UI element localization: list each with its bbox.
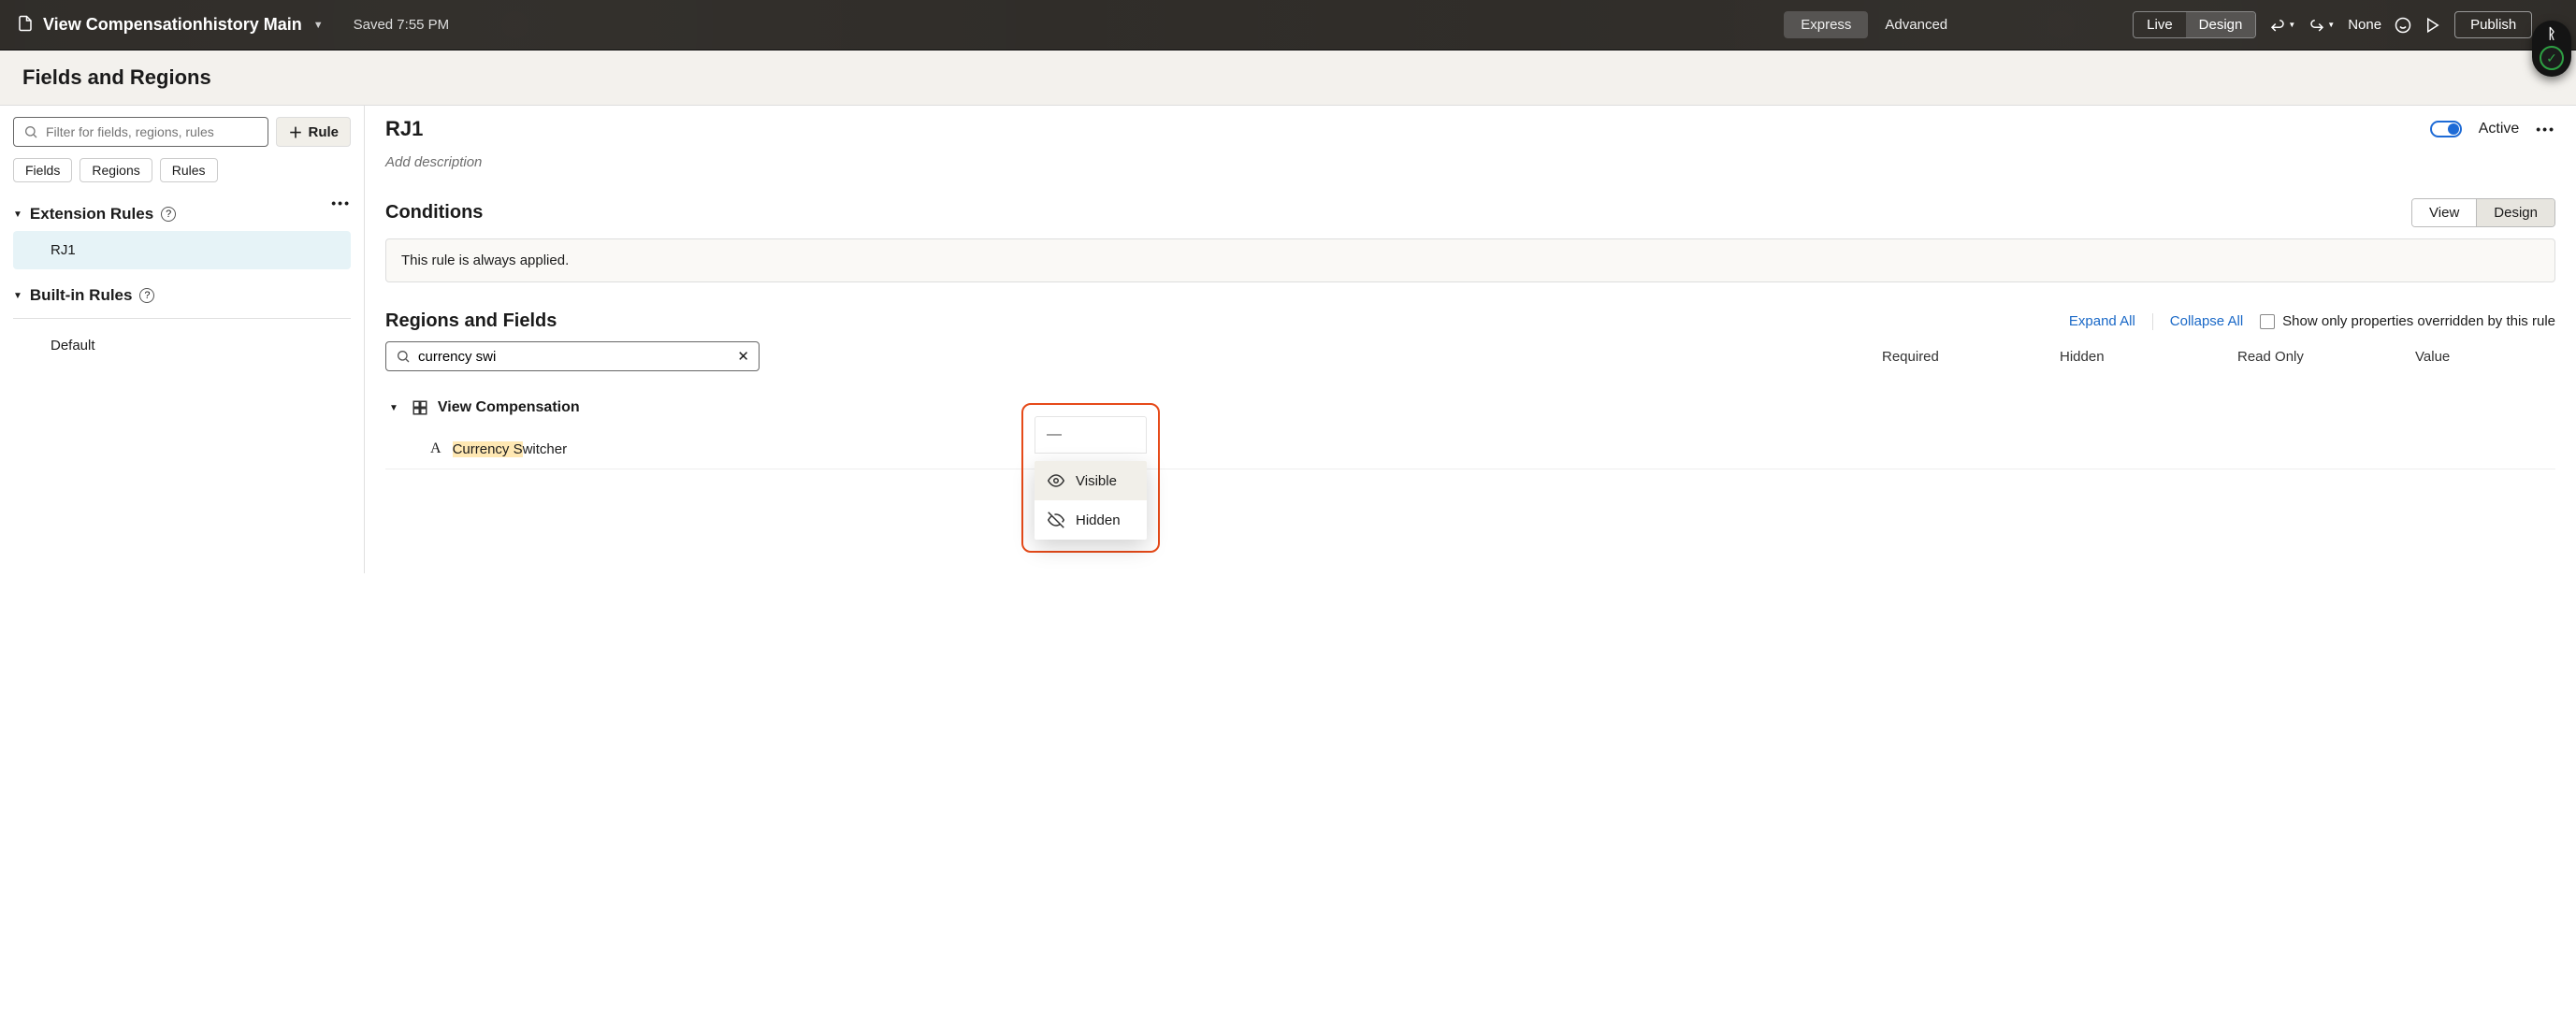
advanced-mode-button[interactable]: Advanced (1868, 11, 1964, 38)
extension-rules-header[interactable]: ▼ Extension Rules ? (13, 205, 176, 224)
active-label: Active (2479, 121, 2520, 137)
add-rule-label: Rule (308, 124, 339, 140)
conditions-design-button[interactable]: Design (2476, 199, 2554, 226)
eye-off-icon (1048, 512, 1064, 528)
express-mode-button[interactable]: Express (1784, 11, 1868, 38)
app-logo-icon: ᚱ (2547, 26, 2555, 42)
undo-button[interactable]: ▼ (2269, 17, 2295, 34)
filter-input[interactable] (46, 124, 258, 139)
eye-icon (1048, 472, 1064, 489)
conditions-view-toggle: View Design (2411, 198, 2555, 227)
hidden-menu: Visible Hidden (1035, 461, 1147, 540)
main-layout: ＋ Rule Fields Regions Rules ▼ Extension … (0, 106, 2576, 573)
menu-item-visible[interactable]: Visible (1035, 461, 1147, 500)
divider (13, 318, 351, 319)
regions-search-input[interactable] (418, 349, 737, 365)
hidden-value-trigger[interactable]: — (1035, 416, 1147, 454)
tree-leaf-label: Currency Switcher (453, 441, 568, 457)
chip-rules[interactable]: Rules (160, 158, 218, 182)
caret-down-icon: ▼ (13, 291, 22, 301)
extension-rules-more[interactable]: ••• (331, 195, 351, 210)
overridden-checkbox[interactable] (2260, 314, 2275, 329)
page-title: View Compensationhistory Main (43, 15, 302, 35)
overridden-label: Show only properties overridden by this … (2282, 313, 2555, 329)
column-headers: Required Hidden Read Only Value (1882, 349, 2499, 365)
chip-regions[interactable]: Regions (80, 158, 152, 182)
topbar: View Compensationhistory Main ▼ Saved 7:… (0, 0, 2576, 50)
topbar-right-tools: Live Design ▼ ▼ None Publish ••• (2133, 11, 2565, 38)
add-description[interactable]: Add description (385, 154, 2555, 170)
filter-input-wrap[interactable] (13, 117, 268, 147)
chip-fields[interactable]: Fields (13, 158, 72, 182)
search-icon (23, 124, 38, 139)
document-icon (17, 15, 34, 36)
builtin-rules-label: Built-in Rules (30, 286, 133, 305)
help-icon[interactable]: ? (161, 207, 176, 222)
caret-down-icon: ▼ (13, 209, 22, 220)
smile-icon[interactable] (2395, 17, 2411, 34)
conditions-box: This rule is always applied. (385, 238, 2555, 282)
builtin-rules-header[interactable]: ▼ Built-in Rules ? (13, 286, 351, 305)
text-field-icon: A (430, 440, 441, 457)
add-rule-button[interactable]: ＋ Rule (276, 117, 351, 147)
caret-down-icon: ▼ (389, 403, 398, 413)
extension-rules-label: Extension Rules (30, 205, 153, 224)
region-icon (412, 399, 428, 416)
expand-all-link[interactable]: Expand All (2069, 313, 2135, 329)
active-toggle[interactable] (2430, 121, 2462, 137)
conditions-view-button[interactable]: View (2412, 199, 2476, 226)
conditions-heading: Conditions (385, 202, 483, 224)
plus-icon: ＋ (288, 123, 302, 142)
search-icon (396, 349, 411, 364)
col-hidden: Hidden (2060, 349, 2144, 365)
right-panel: RJ1 Active ••• Add description Condition… (365, 106, 2576, 573)
page-title-dropdown[interactable]: View Compensationhistory Main ▼ (43, 15, 324, 35)
rule-more-menu[interactable]: ••• (2536, 122, 2555, 137)
design-button[interactable]: Design (2186, 12, 2256, 37)
live-button[interactable]: Live (2134, 12, 2186, 37)
saved-status: Saved 7:55 PM (354, 17, 450, 33)
regions-search-wrap[interactable]: ✕ (385, 341, 760, 371)
subheader-title: Fields and Regions (0, 50, 2576, 106)
redo-button[interactable]: ▼ (2308, 17, 2335, 34)
publish-button[interactable]: Publish (2454, 11, 2532, 38)
status-badge-widget[interactable]: ᚱ ✓ (2532, 21, 2571, 77)
left-panel: ＋ Rule Fields Regions Rules ▼ Extension … (0, 106, 365, 573)
divider (2152, 313, 2153, 330)
caret-down-icon: ▼ (313, 20, 324, 31)
live-design-toggle: Live Design (2133, 11, 2256, 38)
menu-item-label: Visible (1076, 473, 1117, 489)
collapse-all-link[interactable]: Collapse All (2170, 313, 2243, 329)
hidden-dropdown-annotation: — Visible Hidden (1021, 403, 1160, 553)
tree-node-label: View Compensation (438, 399, 580, 416)
tree-node-view-compensation[interactable]: ▼ View Compensation (385, 392, 2555, 424)
check-ok-icon: ✓ (2540, 46, 2564, 70)
col-required: Required (1882, 349, 1966, 365)
layout-none-label[interactable]: None (2348, 17, 2381, 33)
clear-search-button[interactable]: ✕ (737, 348, 749, 365)
col-readonly: Read Only (2237, 349, 2322, 365)
rule-item-default[interactable]: Default (13, 326, 351, 365)
editor-mode-toggle: Express Advanced (1784, 11, 1964, 38)
help-icon[interactable]: ? (139, 288, 154, 303)
rule-item-rj1[interactable]: RJ1 (13, 231, 351, 269)
menu-item-hidden[interactable]: Hidden (1035, 500, 1147, 540)
tree-leaf-currency-switcher[interactable]: A Currency Switcher (385, 424, 2555, 469)
rule-title: RJ1 (385, 117, 423, 141)
regions-fields-heading: Regions and Fields (385, 310, 557, 332)
play-button[interactable] (2424, 17, 2441, 34)
col-value: Value (2415, 349, 2499, 365)
menu-item-label: Hidden (1076, 512, 1121, 528)
